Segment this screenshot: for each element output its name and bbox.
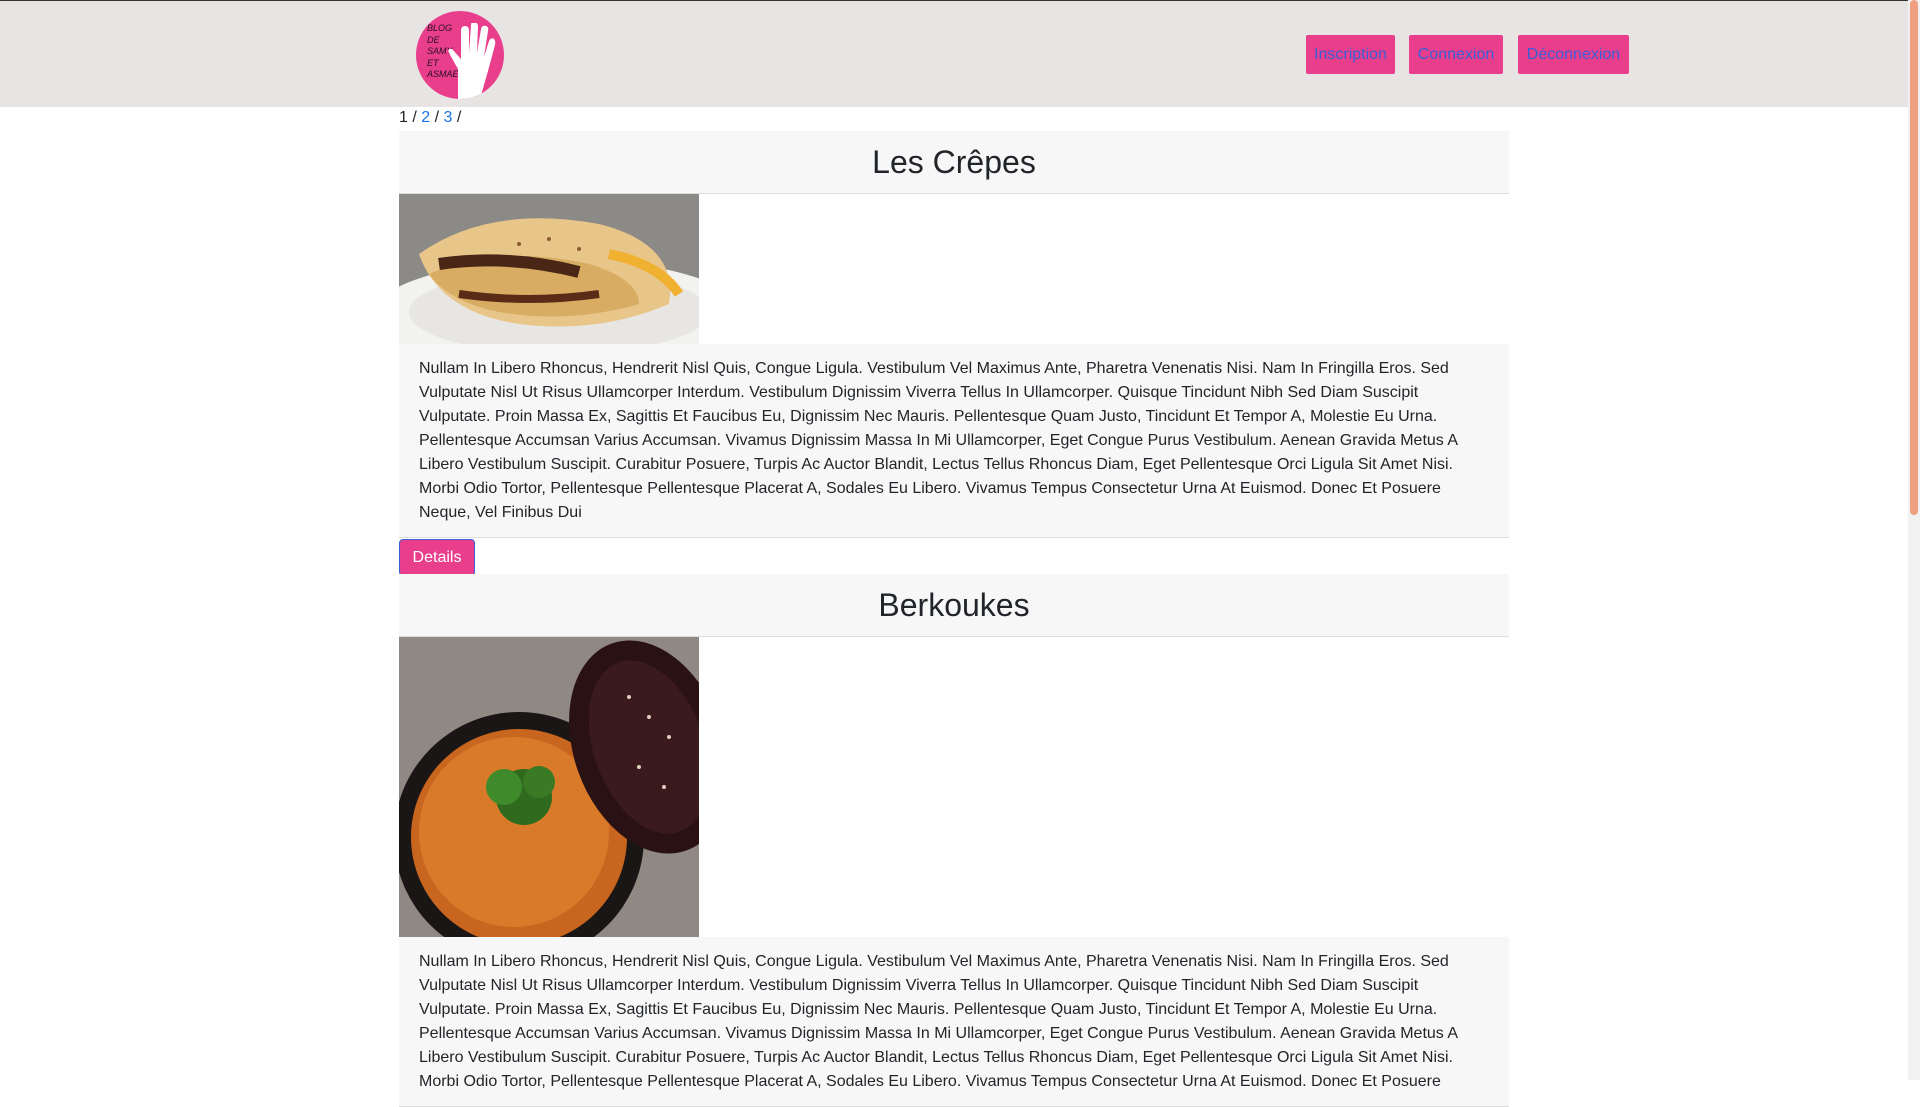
page-separator: / (434, 109, 440, 126)
page-link-2[interactable]: 2 (421, 109, 430, 126)
post-title: Les Crêpes (399, 131, 1509, 194)
crepes-image[interactable] (399, 194, 699, 344)
post-body: Nullam In Libero Rhoncus, Hendrerit Nisl… (399, 937, 1509, 1107)
pagination: 1 / 2 / 3 / (399, 108, 461, 128)
post-title: Berkoukes (399, 574, 1509, 637)
details-button[interactable]: Details (399, 539, 475, 576)
hand-icon (448, 23, 496, 99)
inscription-button[interactable]: Inscription (1306, 35, 1395, 74)
page-separator: / (412, 109, 417, 126)
page-link-3[interactable]: 3 (444, 109, 453, 126)
connexion-button[interactable]: Connexion (1409, 35, 1503, 74)
page-scrollbar[interactable] (1908, 0, 1920, 1080)
post-card: Les Crêpes Nullam In Libero Rhoncus, Hen… (399, 131, 1509, 576)
post-body: Nullam In Libero Rhoncus, Hendrerit Nisl… (399, 344, 1509, 538)
scrollbar-thumb[interactable] (1910, 0, 1918, 515)
post-card: Berkoukes Nullam In Libero Rhoncus, Hend… (399, 574, 1509, 1107)
blog-logo[interactable]: BLOG DE SAMY ET ASMAE (416, 11, 504, 99)
page-current: 1 (399, 109, 408, 126)
berkoukes-image[interactable] (399, 637, 699, 937)
navbar: BLOG DE SAMY ET ASMAE Inscription Connex… (0, 0, 1908, 107)
deconnexion-button[interactable]: Déconnexion (1518, 35, 1629, 74)
page-separator: / (456, 109, 462, 126)
